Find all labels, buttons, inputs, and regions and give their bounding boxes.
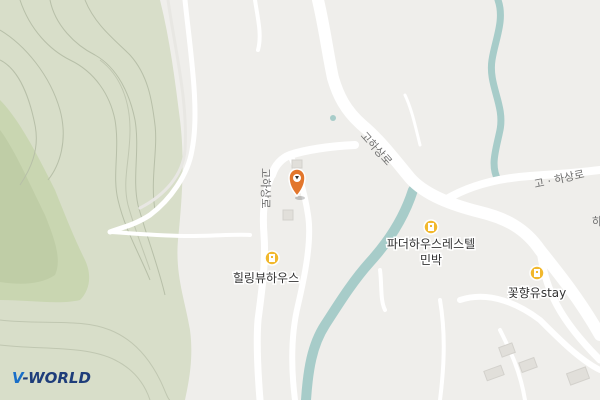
map-canvas[interactable]: 고하상로 고하상로 고 · 하상로 하 힐링뷰하우스 파더하우스레스텔 민박 꽃…: [0, 0, 600, 400]
lodging-icon: [264, 250, 280, 266]
lodging-icon: [529, 265, 545, 281]
vworld-logo: V-WORLD: [12, 369, 91, 387]
svg-text:V-WORLD: V-WORLD: [12, 369, 91, 387]
poi-name: 파더하우스레스텔: [387, 237, 475, 251]
lodging-icon: [423, 219, 439, 235]
poi-sub: 민박: [420, 253, 442, 267]
terrain-area: [0, 0, 192, 400]
road-label-gohasang-west: 고하상로: [259, 168, 273, 208]
poi-name: 꽃향유stay: [508, 286, 567, 300]
poi-name: 힐링뷰하우스: [233, 271, 299, 285]
road-label-edge: 하: [592, 214, 600, 228]
logo-world: -WORLD: [23, 369, 91, 387]
